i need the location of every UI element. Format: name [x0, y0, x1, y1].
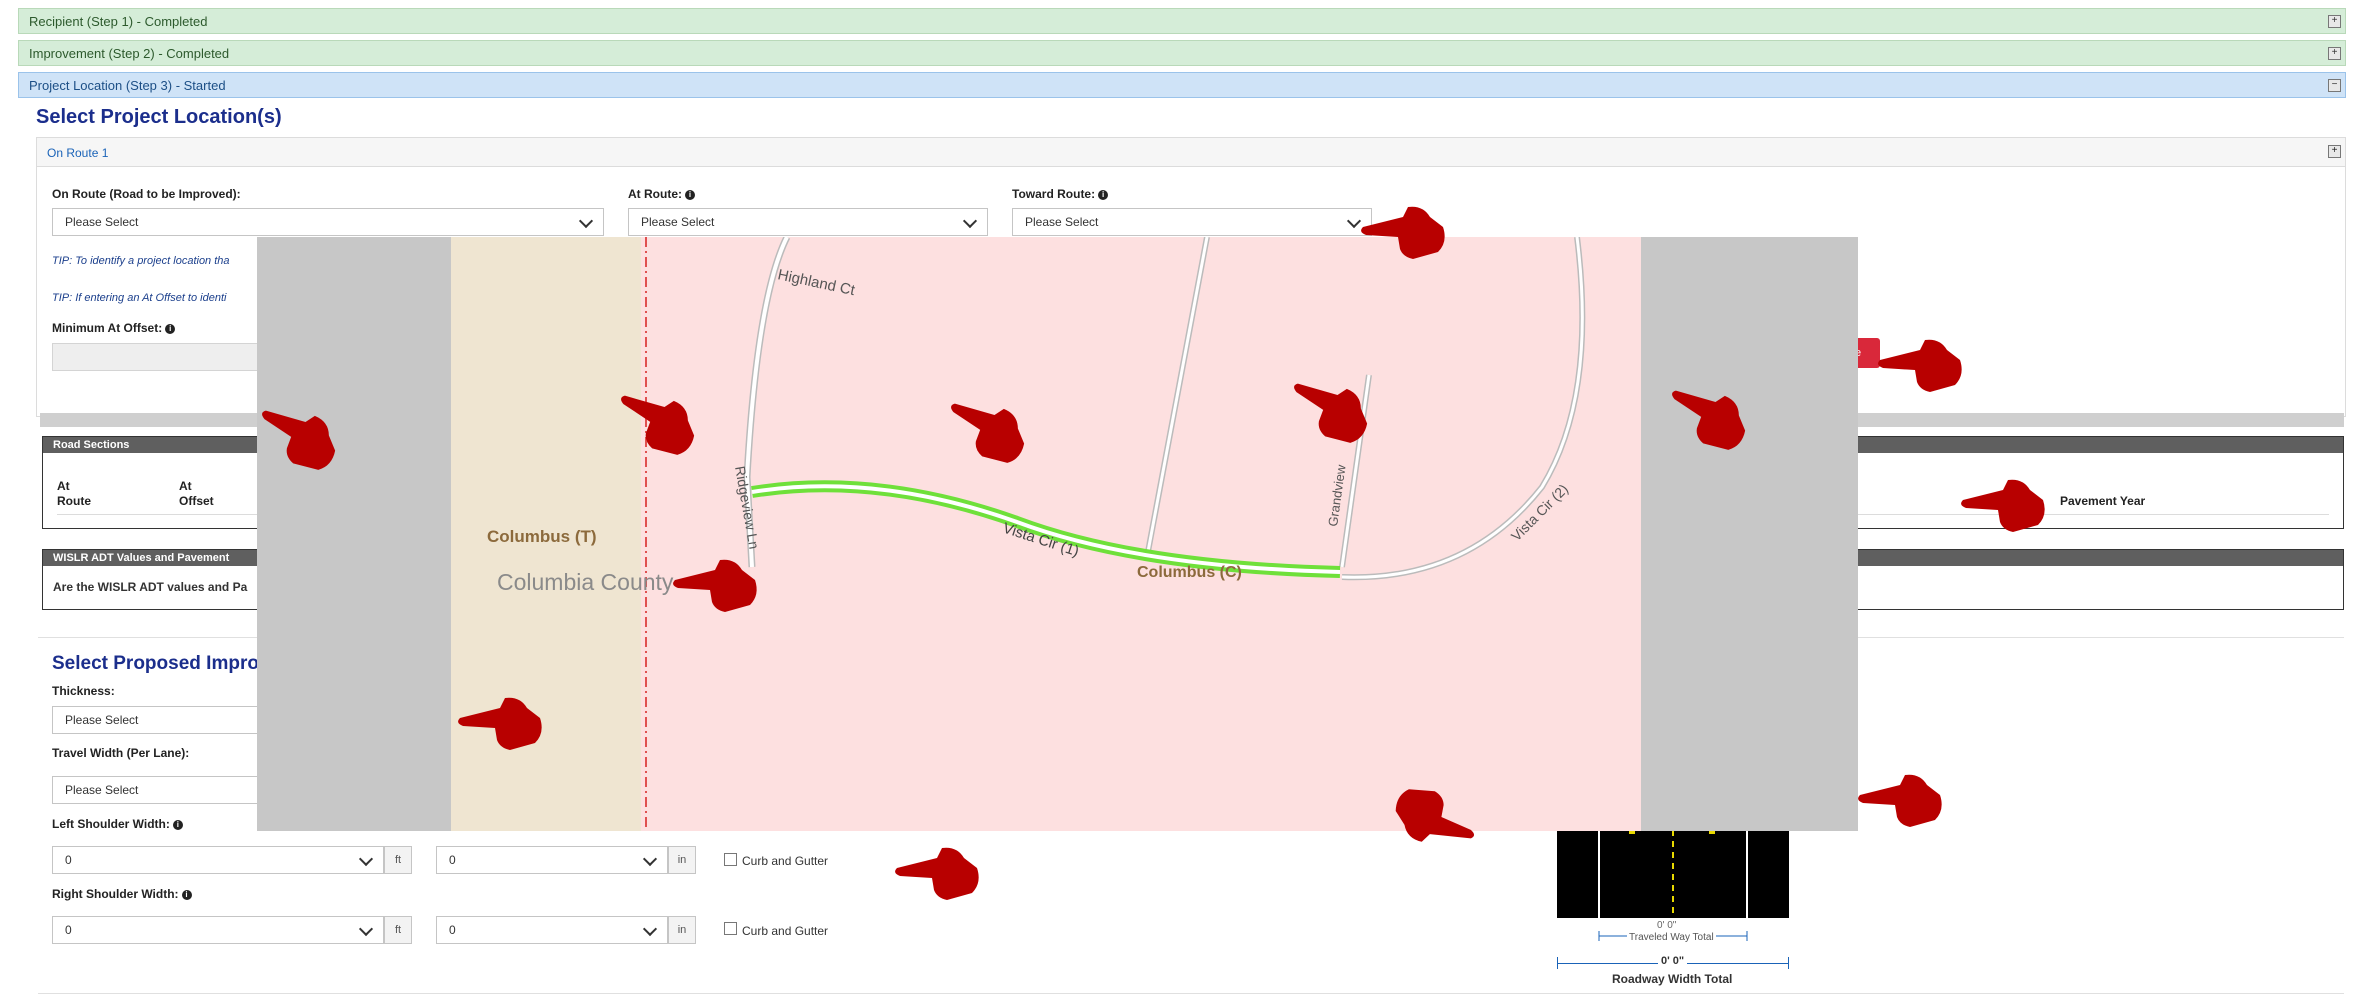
right-shoulder-label: Right Shoulder Width: i [52, 887, 192, 901]
toward-route-label-text: Toward Route: [1012, 187, 1096, 201]
right-curb-checkbox[interactable] [724, 922, 737, 935]
right-shoulder-label-text: Right Shoulder Width: [52, 887, 179, 901]
chevron-down-icon [358, 921, 374, 937]
right-shoulder-ft-select[interactable]: 0 [52, 916, 384, 944]
accordion-recipient-label: Recipient (Step 1) - Completed [29, 14, 208, 29]
right-curb-label: Curb and Gutter [742, 924, 829, 938]
right-shoulder-ft-value: 0 [65, 923, 72, 937]
pointer-hand-icon [1878, 339, 1962, 392]
chevron-down-icon [642, 921, 658, 937]
chevron-down-icon [962, 213, 978, 229]
improvement-title: Select Proposed Impro [52, 653, 259, 674]
travel-width-value: Please Select [65, 783, 139, 797]
thickness-value: Please Select [65, 713, 139, 727]
col-at-offset: At Offset [179, 479, 214, 508]
tip-at-offset: TIP: If entering an At Offset to identi [52, 292, 227, 304]
info-icon[interactable]: i [1098, 190, 1109, 200]
expand-icon[interactable]: + [2328, 145, 2341, 158]
unit-ft: ft [384, 916, 412, 944]
left-curb-label: Curb and Gutter [742, 854, 829, 868]
label-columbus-t: Columbus (T) [487, 527, 597, 546]
pointer-hand-icon [673, 559, 757, 612]
col-at-route: At Route [57, 479, 91, 508]
info-icon[interactable]: i [181, 890, 192, 900]
toward-route-label: Toward Route: i [1012, 187, 1109, 201]
pointer-hand-icon [895, 847, 979, 900]
pointer-hand-icon [1961, 479, 2045, 532]
roadway-width-label: Roadway Width Total [1612, 972, 1733, 986]
unit-in: in [668, 846, 696, 874]
on-route-value: Please Select [65, 215, 139, 229]
right-shoulder-in-select[interactable]: 0 [436, 916, 668, 944]
pointer-hand-icon [458, 697, 542, 750]
pointer-hand-icon [1361, 206, 1445, 259]
toward-route-value: Please Select [1025, 215, 1099, 229]
traveled-way-value: 0' 0" [1657, 920, 1677, 931]
accordion-recipient[interactable]: Recipient (Step 1) - Completed + [18, 8, 2346, 34]
route-panel-header[interactable]: On Route 1 + [37, 138, 2345, 167]
min-offset-label: Minimum At Offset: i [52, 321, 176, 335]
min-offset-label-text: Minimum At Offset: [52, 321, 163, 335]
expand-icon[interactable]: + [2328, 47, 2341, 60]
section-divider [38, 993, 2344, 994]
accordion-project-location[interactable]: Project Location (Step 3) - Started − [18, 72, 2346, 98]
accordion-project-location-label: Project Location (Step 3) - Started [29, 78, 226, 93]
on-route-label: On Route (Road to be Improved): [52, 187, 241, 201]
traveled-way-label: Traveled Way Total [1627, 932, 1716, 943]
at-route-value: Please Select [641, 215, 715, 229]
collapse-icon[interactable]: − [2328, 79, 2341, 92]
thickness-select[interactable]: Please Select [52, 706, 272, 734]
unit-in: in [668, 916, 696, 944]
pointer-hand-icon [1858, 774, 1942, 827]
left-shoulder-in-select[interactable]: 0 [436, 846, 668, 874]
thickness-label: Thickness: [52, 684, 115, 698]
chevron-down-icon [358, 851, 374, 867]
col-pavement-year: Pavement Year [2060, 494, 2146, 508]
accordion-improvement-label: Improvement (Step 2) - Completed [29, 46, 230, 61]
toward-route-select[interactable]: Please Select [1012, 208, 1372, 236]
page-title: Select Project Location(s) [36, 106, 282, 128]
min-offset-input[interactable] [52, 343, 262, 371]
label-county: Columbia County [497, 569, 674, 595]
map-frame-left-panel [257, 237, 451, 831]
left-curb-checkbox[interactable] [724, 853, 737, 866]
travel-width-select[interactable]: Please Select [52, 776, 272, 804]
at-route-label: At Route: i [628, 187, 695, 201]
chevron-down-icon [642, 851, 658, 867]
left-shoulder-in-value: 0 [449, 853, 456, 867]
info-icon[interactable]: i [172, 820, 183, 830]
on-route-select[interactable]: Please Select [52, 208, 604, 236]
info-icon[interactable]: i [685, 190, 695, 200]
road-width-diagram: 0' 0" Traveled Way Total [1557, 830, 1789, 950]
left-shoulder-label-text: Left Shoulder Width: [52, 817, 170, 831]
roadway-width-tick [1788, 957, 1789, 969]
accordion-improvement[interactable]: Improvement (Step 2) - Completed + [18, 40, 2346, 66]
route-panel-label: On Route 1 [47, 146, 109, 160]
right-shoulder-in-value: 0 [449, 923, 456, 937]
at-route-label-text: At Route: [628, 187, 682, 201]
wislr-question: Are the WISLR ADT values and Pa [53, 580, 248, 594]
left-shoulder-ft-value: 0 [65, 853, 72, 867]
label-columbus-c: Columbus (C) [1137, 564, 1242, 581]
map-frame-right [1641, 237, 1858, 831]
travel-width-label: Travel Width (Per Lane): [52, 746, 190, 760]
tip-project-location: TIP: To identify a project location tha [52, 255, 230, 267]
left-shoulder-ft-select[interactable]: 0 [52, 846, 384, 874]
roadway-width-tick [1557, 957, 1558, 969]
unit-ft: ft [384, 846, 412, 874]
roadway-width-value: 0' 0" [1658, 955, 1688, 967]
chevron-down-icon [578, 213, 594, 229]
info-icon[interactable]: i [165, 324, 176, 334]
left-shoulder-label: Left Shoulder Width: i [52, 817, 183, 831]
expand-icon[interactable]: + [2328, 15, 2341, 28]
at-route-select[interactable]: Please Select [628, 208, 988, 236]
